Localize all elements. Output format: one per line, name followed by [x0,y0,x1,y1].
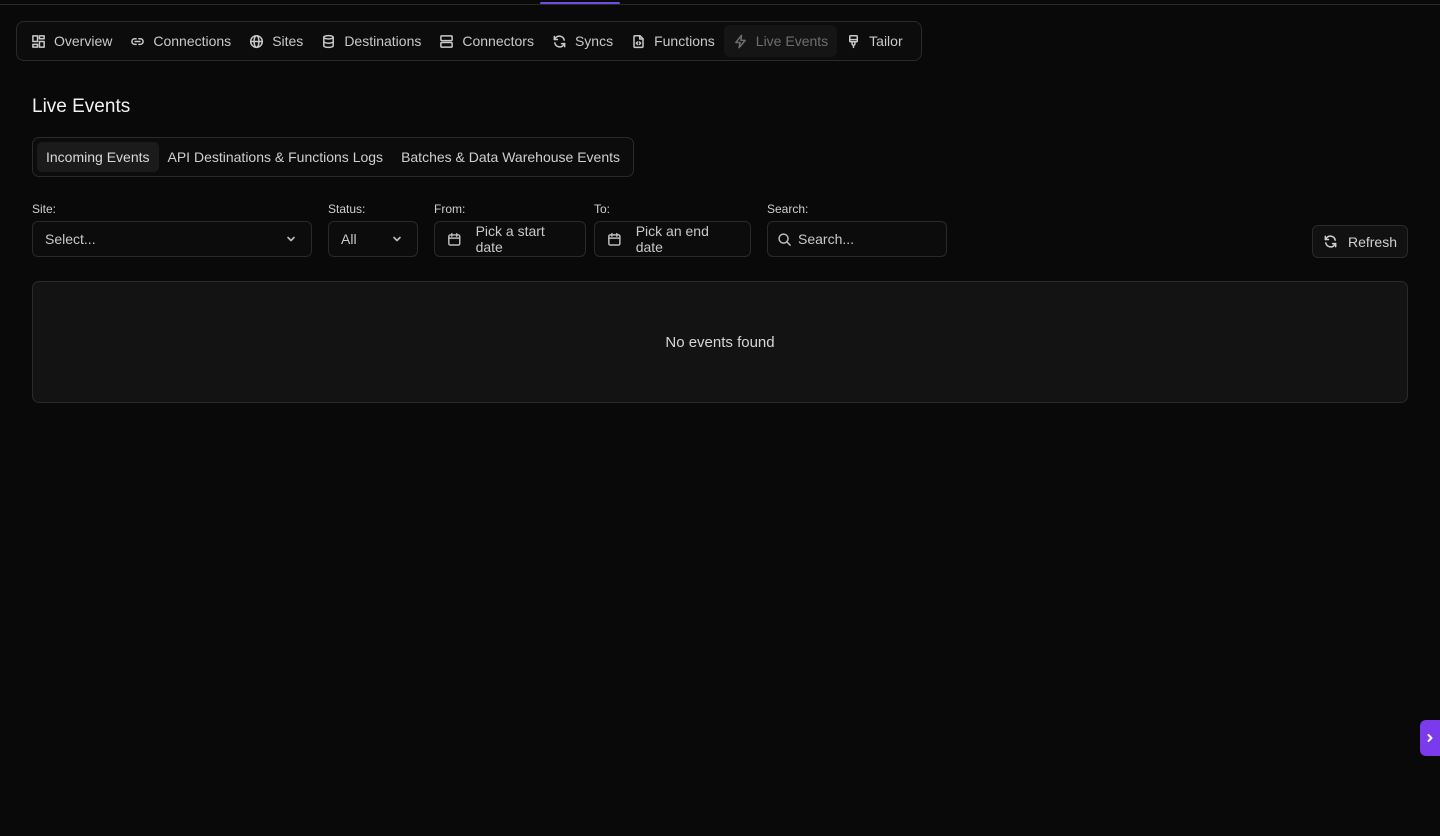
calendar-icon [608,232,621,246]
status-select[interactable]: All [328,221,418,257]
event-tabs: Incoming Events API Destinations & Funct… [32,137,634,177]
link-icon [131,37,145,45]
nav-item-sites[interactable]: Sites [240,25,312,57]
top-accent-indicator [540,2,620,4]
end-date-picker[interactable]: Pick an end date [594,221,751,257]
start-date-value: Pick a start date [475,223,545,255]
status-select-value: All [341,231,357,247]
search-field[interactable] [767,221,947,257]
events-list: No events found [32,281,1408,403]
refresh-icon [1324,235,1337,248]
main-nav: Overview Connections Sites Destinations … [16,21,922,61]
side-panel-toggle[interactable] [1420,720,1440,756]
nav-item-label: Syncs [574,33,614,49]
nav-item-live-events[interactable]: Live Events [723,25,838,57]
start-date-picker[interactable]: Pick a start date [434,221,586,257]
database-icon [323,34,335,48]
empty-state-message: No events found [665,333,775,351]
nav-item-label: Connectors [462,33,534,49]
refresh-button[interactable]: Refresh [1312,225,1408,258]
lightning-icon [734,34,746,48]
to-filter-label: To: [594,202,611,216]
file-code-icon [633,34,644,48]
server-icon [440,34,454,48]
search-icon [778,232,791,246]
nav-item-functions[interactable]: Functions [622,25,724,57]
refresh-label: Refresh [1347,233,1398,250]
site-select[interactable]: Select... [32,221,312,257]
site-filter-label: Site: [32,202,57,216]
chevron-down-icon [393,236,401,242]
nav-item-label: Functions [654,33,715,49]
site-select-value: Select... [45,231,96,247]
tab-incoming-events[interactable]: Incoming Events [37,142,159,172]
page-title: Live Events [32,96,131,117]
nav-item-label: Tailor [869,33,903,49]
nav-item-syncs[interactable]: Syncs [543,25,622,57]
end-date-value: Pick an end date [635,223,709,255]
tab-api-destinations-functions-logs[interactable]: API Destinations & Functions Logs [159,142,393,172]
nav-item-label: Overview [54,33,113,49]
nav-item-label: Destinations [344,33,422,49]
nav-item-connections[interactable]: Connections [121,25,240,57]
calendar-icon [448,232,461,246]
nav-item-label: Sites [272,33,304,49]
nav-item-connectors[interactable]: Connectors [430,25,543,57]
chevron-down-icon [287,236,295,242]
status-filter-label: Status: [328,202,366,216]
nav-item-label: Connections [153,33,232,49]
search-input[interactable] [798,231,928,247]
nav-item-tailor[interactable]: Tailor [837,25,911,57]
chevron-right-icon [1427,734,1433,742]
search-filter-label: Search: [767,202,809,216]
from-filter-label: From: [434,202,466,216]
globe-icon [250,34,264,48]
brush-icon [849,34,859,48]
nav-item-label: Live Events [755,33,829,49]
nav-item-destinations[interactable]: Destinations [312,25,430,57]
top-divider [0,4,1440,5]
tab-batches-data-warehouse-events[interactable]: Batches & Data Warehouse Events [392,142,629,172]
nav-item-overview[interactable]: Overview [29,25,121,57]
refresh-icon [553,34,566,48]
grid-icon [32,34,45,48]
